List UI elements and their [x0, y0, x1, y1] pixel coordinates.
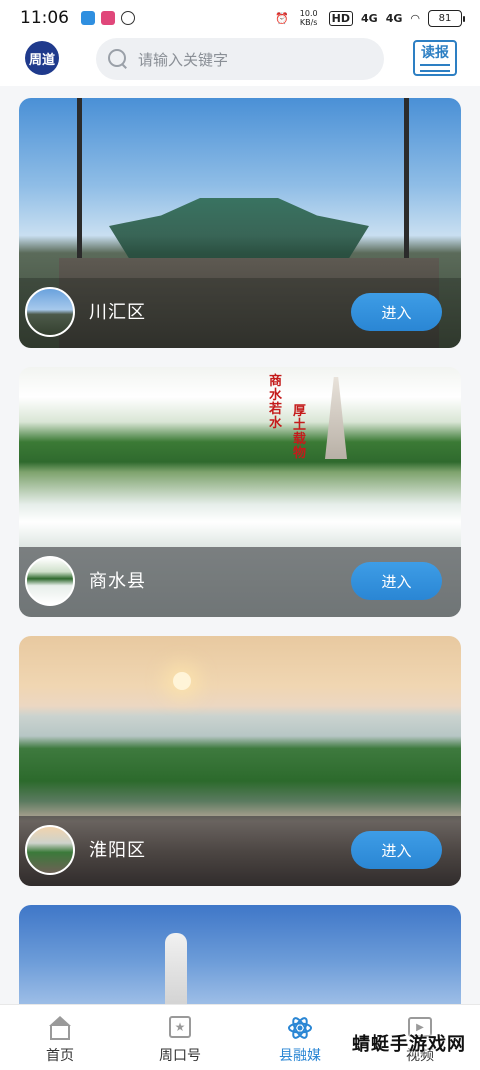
nav-label: 首页 [46, 1048, 74, 1064]
county-card[interactable] [19, 905, 461, 1004]
nav-home[interactable]: 首页 [0, 1005, 120, 1070]
county-avatar [25, 556, 75, 606]
app-header: 周道 请输入关键字 读报 [0, 36, 480, 86]
card-footer: 川汇区 进入 [19, 278, 461, 348]
wifi-icon: ◠ [410, 11, 420, 25]
county-card[interactable]: 淮阳区 进入 [19, 636, 461, 886]
status-bar: 11:06 ⏰ 10.0 KB/s HD 4G 4G ◠ 81 [0, 0, 480, 36]
star-icon: ★ [167, 1015, 193, 1041]
read-newspaper-button[interactable]: 读报 [413, 40, 457, 76]
county-avatar [25, 287, 75, 337]
county-avatar [25, 825, 75, 875]
app-notification-icon [101, 11, 115, 25]
read-newspaper-label: 读报 [421, 45, 449, 61]
app-logo[interactable]: 周道 [25, 41, 59, 75]
enter-button[interactable]: 进入 [351, 562, 442, 600]
atom-icon [287, 1015, 313, 1041]
card-footer: 淮阳区 进入 [19, 816, 461, 886]
nav-label: 县融媒 [279, 1048, 321, 1064]
search-icon [108, 49, 128, 69]
nav-label: 周口号 [159, 1048, 201, 1064]
banner-slogan: 厚土载物 [293, 404, 307, 461]
card-footer: 商水县 进入 [19, 547, 461, 617]
battery-icon: 81 [428, 9, 465, 27]
county-card[interactable]: 商水若水 厚土载物 商水县 进入 [19, 367, 461, 617]
status-time: 11:06 [20, 8, 69, 28]
watermark: 蜻蜓手游戏网 [352, 1034, 466, 1055]
home-icon [47, 1015, 73, 1041]
county-card[interactable]: 川汇区 进入 [19, 98, 461, 348]
status-app-icons [81, 11, 135, 25]
network-speed: 10.0 KB/s [299, 9, 318, 27]
enter-button[interactable]: 进入 [351, 831, 442, 869]
banner-slogan: 商水若水 [269, 374, 283, 431]
pagoda-image [325, 377, 347, 459]
app-notification-icon [81, 11, 95, 25]
hd-badge: HD [328, 10, 354, 26]
sunset-sun [173, 672, 191, 690]
search-bar[interactable]: 请输入关键字 [96, 38, 384, 80]
county-name: 川汇区 [89, 302, 146, 323]
enter-button[interactable]: 进入 [351, 293, 442, 331]
status-indicators: ⏰ 10.0 KB/s HD 4G 4G ◠ 81 [274, 9, 465, 27]
signal-4g-1: 4G [361, 11, 378, 25]
county-media-list[interactable]: 川汇区 进入 商水若水 厚土载物 商水县 进入 淮阳区 进入 [0, 86, 480, 1004]
statue-image [165, 933, 187, 1004]
signal-4g-2: 4G [385, 11, 403, 25]
newspaper-icon [420, 64, 450, 72]
nav-county-media[interactable]: 县融媒 [240, 1005, 360, 1070]
search-placeholder: 请输入关键字 [138, 50, 229, 69]
alarm-icon: ⏰ [274, 11, 289, 25]
nav-zhoukou-hao[interactable]: ★ 周口号 [120, 1005, 240, 1070]
app-notification-icon [121, 11, 135, 25]
county-name: 淮阳区 [89, 840, 146, 861]
county-name: 商水县 [89, 571, 146, 592]
